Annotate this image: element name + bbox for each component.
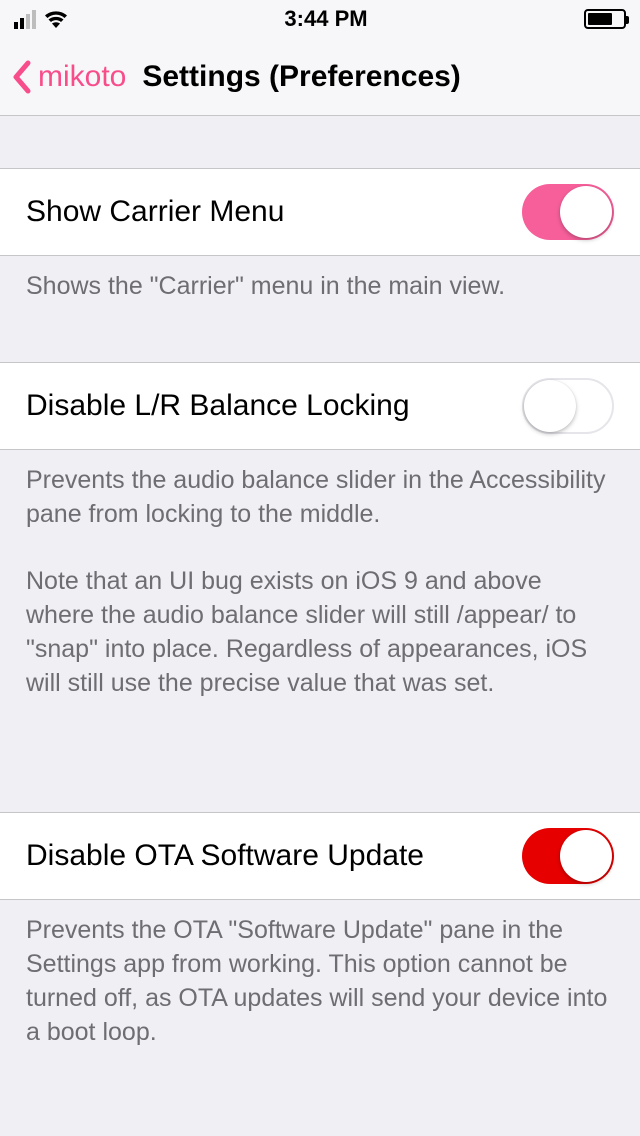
footer-disable-ota: Prevents the OTA "Software Update" pane … xyxy=(0,900,640,1049)
cell-label: Show Carrier Menu xyxy=(26,195,284,229)
status-bar: 3:44 PM xyxy=(0,0,640,38)
page-title: Settings (Preferences) xyxy=(142,60,460,94)
wifi-icon xyxy=(44,10,68,28)
footer-show-carrier-menu: Shows the "Carrier" menu in the main vie… xyxy=(0,256,640,304)
nav-bar: mikoto Settings (Preferences) xyxy=(0,38,640,116)
switch-disable-lr-balance[interactable] xyxy=(522,378,614,434)
status-time: 3:44 PM xyxy=(284,6,367,32)
content: Show Carrier Menu Shows the "Carrier" me… xyxy=(0,116,640,1049)
cell-label: Disable L/R Balance Locking xyxy=(26,389,410,423)
back-label[interactable]: mikoto xyxy=(38,60,126,94)
signal-icon xyxy=(14,10,36,29)
cell-show-carrier-menu: Show Carrier Menu xyxy=(0,168,640,256)
footer-disable-lr-balance: Prevents the audio balance slider in the… xyxy=(0,450,640,701)
back-button[interactable] xyxy=(12,59,32,95)
battery-icon xyxy=(584,9,626,29)
switch-disable-ota[interactable] xyxy=(522,828,614,884)
cell-disable-lr-balance: Disable L/R Balance Locking xyxy=(0,362,640,450)
switch-show-carrier-menu[interactable] xyxy=(522,184,614,240)
cell-label: Disable OTA Software Update xyxy=(26,839,424,873)
cell-disable-ota: Disable OTA Software Update xyxy=(0,812,640,900)
